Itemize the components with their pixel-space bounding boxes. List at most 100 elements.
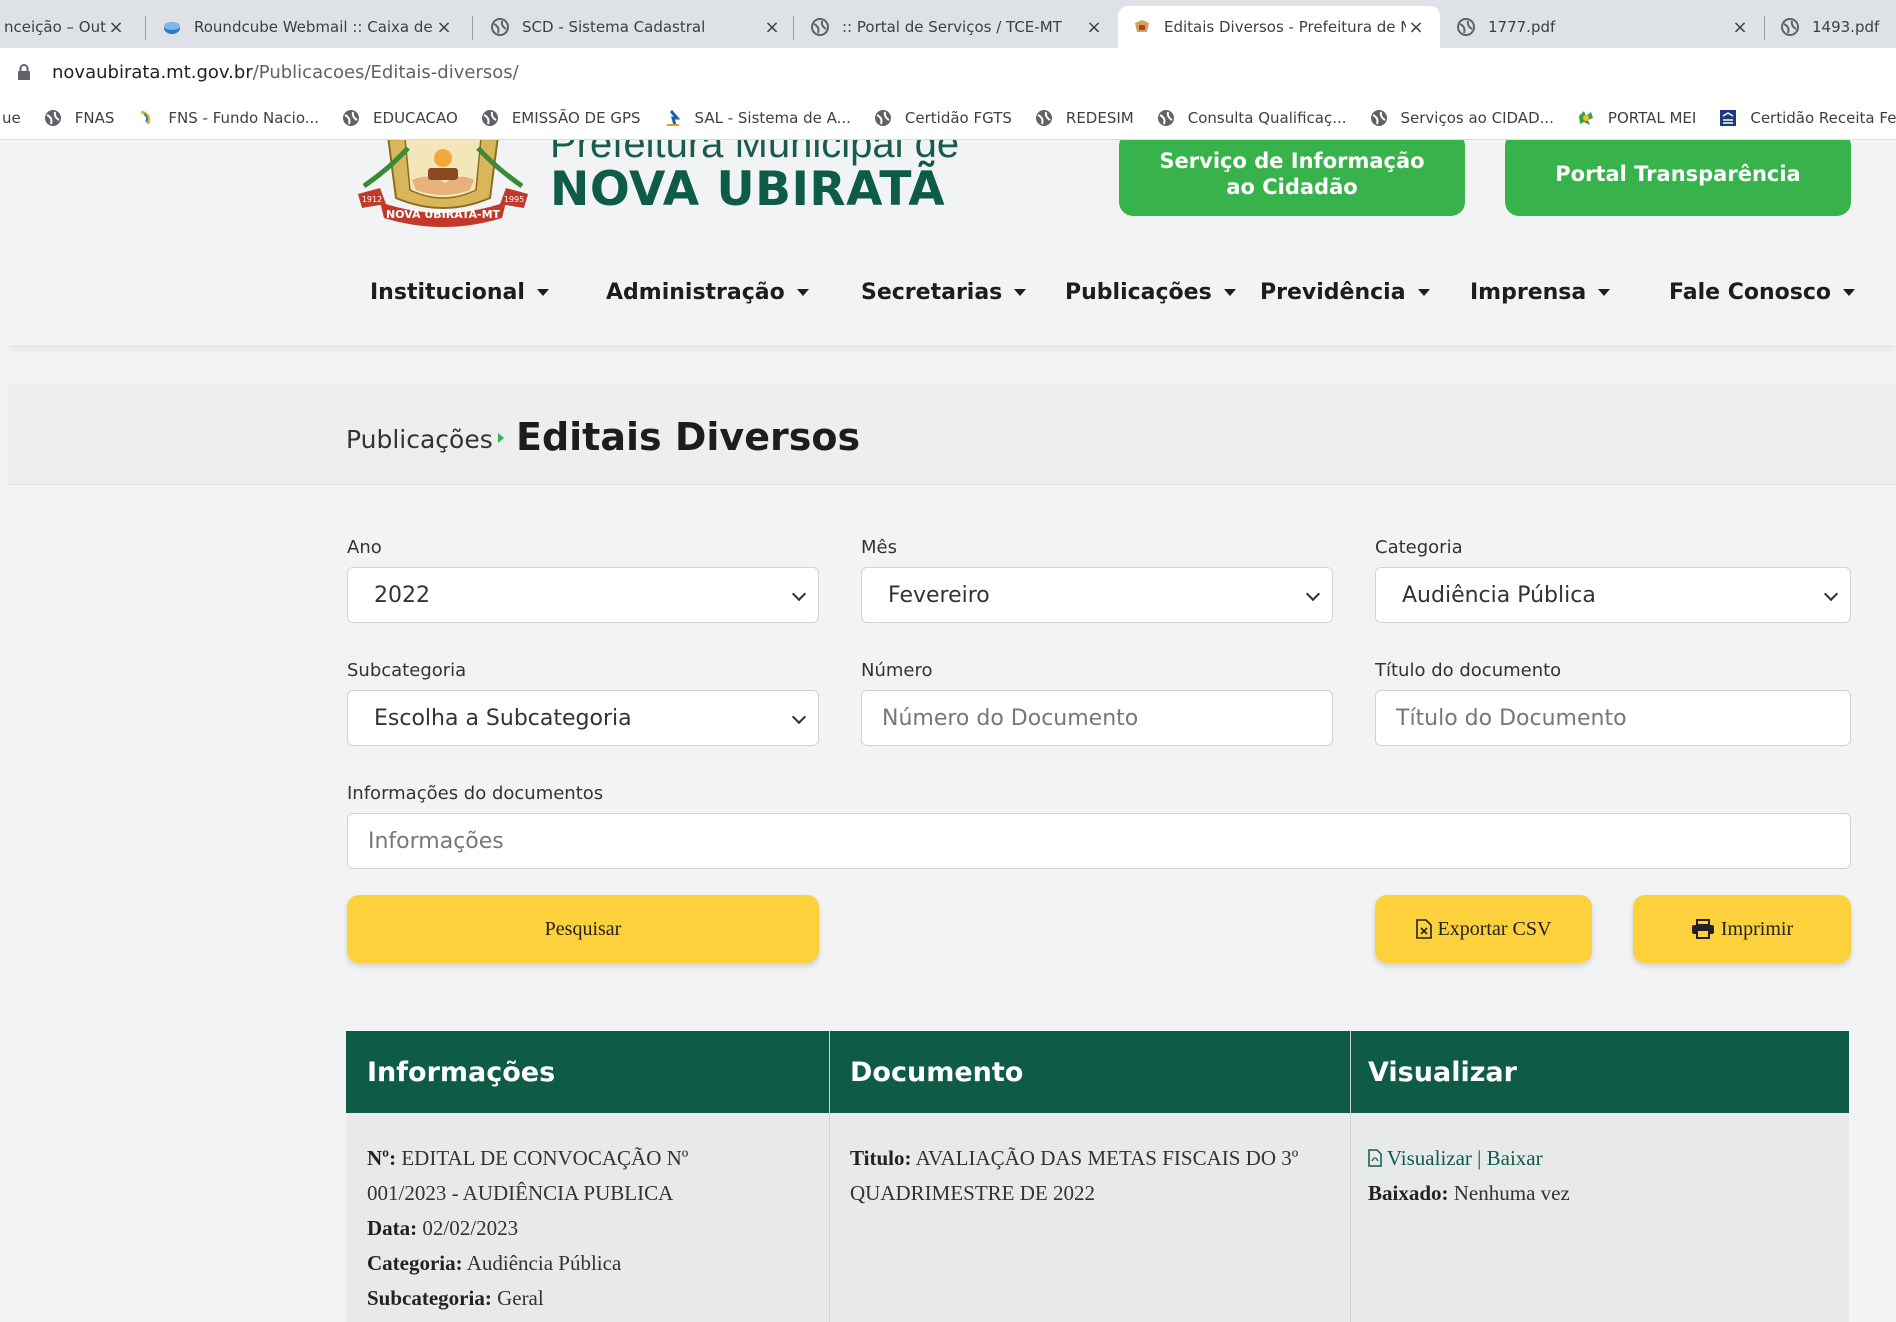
caret-down-icon — [796, 289, 809, 296]
globe-icon — [491, 18, 509, 36]
header-informacoes: Informações — [367, 1057, 556, 1088]
logo-year-left: 1912 — [362, 195, 382, 204]
numero-input[interactable]: Número do Documento — [861, 690, 1333, 746]
globe-icon — [1781, 18, 1799, 36]
subcategoria-label: Subcategoria — [347, 660, 467, 681]
table-row-view-cell: Visualizar | Baixar Baixado: Nenhuma vez — [1368, 1146, 1570, 1205]
bookmark-item[interactable]: SAL - Sistema de A... — [663, 108, 851, 128]
url-text[interactable]: novaubirata.mt.gov.br/Publicacoes/Editai… — [52, 62, 519, 83]
bookmark-item[interactable]: FNS - Fundo Nacio... — [136, 108, 319, 128]
brand-title[interactable]: NOVA UBIRATÃ — [550, 162, 945, 217]
bookmark-item[interactable]: Certidão Receita Fe... — [1718, 108, 1896, 128]
mes-label: Mês — [861, 537, 897, 558]
lock-icon — [18, 64, 30, 80]
city-coat-of-arms-logo[interactable]: NOVA UBIRATÃ-MT 1912 1995 — [350, 140, 536, 232]
fns-icon — [141, 110, 151, 124]
download-link[interactable]: Baixar — [1487, 1146, 1543, 1170]
portal-mei-icon — [1578, 110, 1593, 125]
printer-icon — [1691, 919, 1714, 939]
globe-icon — [1457, 18, 1475, 36]
categoria-label: Categoria — [1375, 537, 1463, 558]
nav-imprensa[interactable]: Imprensa — [1470, 280, 1611, 305]
bookmark-item[interactable]: Serviços ao CIDAD... — [1369, 108, 1554, 128]
bookmark-item[interactable]: EMISSÃO DE GPS — [480, 108, 641, 128]
browser-tab[interactable]: 1777.pdf × — [1442, 6, 1764, 48]
chevron-down-icon — [791, 709, 807, 725]
address-bar[interactable]: novaubirata.mt.gov.br/Publicacoes/Editai… — [0, 48, 1896, 96]
transparency-portal-button[interactable]: Portal Transparência — [1505, 140, 1851, 216]
nav-institucional[interactable]: Institucional — [370, 280, 549, 305]
bookmark-item[interactable]: PORTAL MEI — [1576, 108, 1696, 128]
informacoes-label: Informações do documentos — [347, 783, 604, 804]
export-csv-button[interactable]: Exportar CSV — [1375, 895, 1592, 963]
excel-file-icon — [1415, 919, 1432, 939]
close-tab-icon[interactable]: × — [1730, 17, 1750, 38]
table-header: Informações Documento Visualizar — [346, 1031, 1849, 1113]
breadcrumb-parent-link[interactable]: Publicações — [346, 425, 493, 454]
nav-previdencia[interactable]: Previdência — [1260, 280, 1430, 305]
globe-icon — [811, 18, 829, 36]
caret-down-icon — [1014, 289, 1027, 296]
bookmark-item[interactable]: Consulta Qualificaç... — [1156, 108, 1347, 128]
bookmark-item[interactable]: ue — [2, 109, 21, 127]
browser-tab-strip: nceição – Out × Roundcube Webmail :: Cai… — [0, 0, 1896, 48]
titulo-label: Título do documento — [1375, 660, 1562, 681]
site-header: NOVA UBIRATÃ-MT 1912 1995 Prefeitura Mun… — [8, 140, 1896, 345]
close-tab-icon[interactable]: × — [762, 17, 782, 38]
numero-label: Número — [861, 660, 933, 681]
globe-icon — [1370, 109, 1387, 126]
web-page: NOVA UBIRATÃ-MT 1912 1995 Prefeitura Mun… — [8, 140, 1896, 1322]
main-nav: Institucional Administração Secretarias … — [8, 280, 1896, 320]
close-tab-icon[interactable]: × — [1406, 17, 1426, 38]
nav-secretarias[interactable]: Secretarias — [861, 280, 1027, 305]
globe-icon — [44, 109, 61, 126]
globe-icon — [1157, 109, 1174, 126]
pdf-file-icon — [1368, 1149, 1382, 1167]
results-table: Informações Documento Visualizar Nº: EDI… — [346, 1031, 1849, 1322]
browser-tab[interactable]: :: Portal de Serviços / TCE-MT × — [796, 6, 1118, 48]
close-tab-icon[interactable]: × — [1084, 17, 1104, 38]
close-tab-icon[interactable]: × — [106, 17, 126, 38]
chevron-down-icon — [1305, 586, 1321, 602]
bookmarks-bar: ue FNAS FNS - Fundo Nacio... EDUCACAO EM… — [0, 96, 1896, 140]
close-tab-icon[interactable]: × — [434, 17, 454, 38]
subcategoria-select[interactable]: Escolha a Subcategoria — [347, 690, 819, 746]
caret-down-icon — [1598, 289, 1611, 296]
ano-label: Ano — [347, 537, 382, 558]
informacoes-input[interactable]: Informações — [347, 813, 1851, 869]
link-separator: | — [1477, 1146, 1482, 1170]
caret-down-icon — [1843, 289, 1855, 296]
table-row-info-cell: Nº: EDITAL DE CONVOCAÇÃO Nº 001/2023 - A… — [367, 1146, 689, 1310]
titulo-input[interactable]: Título do Documento — [1375, 690, 1851, 746]
browser-tab-active[interactable]: Editais Diversos - Prefeitura de N × — [1118, 6, 1440, 48]
print-button[interactable]: Imprimir — [1633, 895, 1851, 963]
globe-icon — [481, 109, 498, 126]
globe-icon — [343, 109, 360, 126]
roundcube-icon — [164, 22, 180, 34]
categoria-select[interactable]: Audiência Pública — [1375, 567, 1851, 623]
browser-tab[interactable]: SCD - Sistema Cadastral × — [476, 6, 796, 48]
search-button[interactable]: Pesquisar — [347, 895, 819, 963]
ano-select[interactable]: 2022 — [347, 567, 819, 623]
bookmark-item[interactable]: FNAS — [43, 108, 114, 128]
caret-down-icon — [1223, 289, 1236, 296]
browser-tab[interactable]: nceição – Out × — [0, 6, 140, 48]
nav-administracao[interactable]: Administração — [606, 280, 809, 305]
breadcrumb-arrow-icon — [498, 433, 504, 443]
sic-button[interactable]: Serviço de Informação ao Cidadão — [1119, 140, 1465, 216]
view-link[interactable]: Visualizar — [1387, 1146, 1472, 1170]
bookmark-item[interactable]: Certidão FGTS — [873, 108, 1012, 128]
bookmark-item[interactable]: REDESIM — [1034, 108, 1134, 128]
nav-fale-conosco[interactable]: Fale Conosco — [1669, 280, 1855, 305]
receita-icon — [1720, 109, 1737, 126]
browser-tab[interactable]: 1493.pdf — [1766, 6, 1896, 48]
bookmark-item[interactable]: EDUCACAO — [341, 108, 458, 128]
chevron-down-icon — [791, 586, 807, 602]
caret-down-icon — [1417, 289, 1430, 296]
nav-publicacoes[interactable]: Publicações — [1065, 280, 1236, 305]
header-visualizar: Visualizar — [1368, 1057, 1517, 1088]
mes-select[interactable]: Fevereiro — [861, 567, 1333, 623]
browser-tab[interactable]: Roundcube Webmail :: Caixa de e × — [148, 6, 468, 48]
logo-ribbon-text: NOVA UBIRATÃ-MT — [386, 208, 501, 221]
sal-icon — [666, 109, 680, 126]
